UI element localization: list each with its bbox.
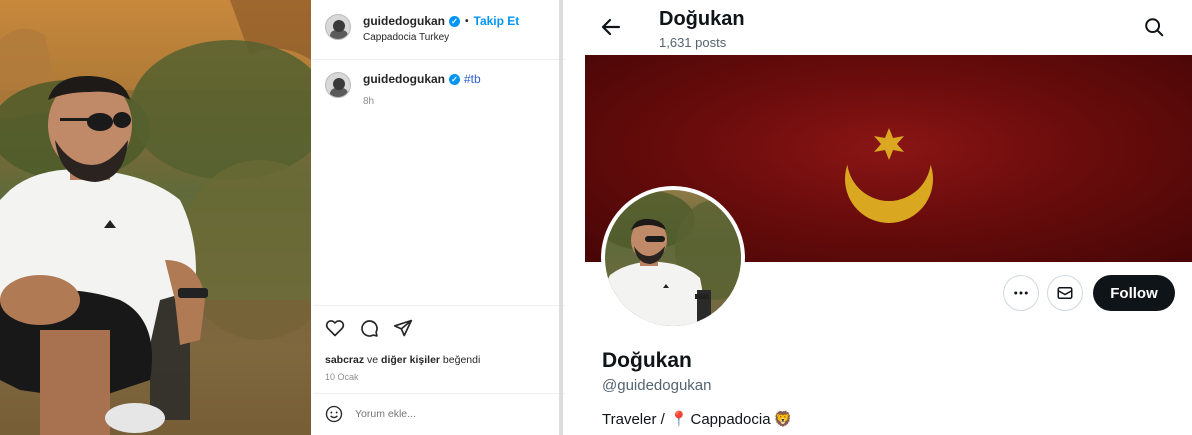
x-profile: Doğukan 1,631 posts Follow Doğukan @guid…	[585, 0, 1192, 435]
post-actions	[325, 318, 413, 338]
profile-avatar-illustration	[605, 190, 741, 326]
post-count: 1,631 posts	[659, 35, 727, 50]
pin-icon: 📍	[669, 411, 689, 428]
envelope-icon	[1057, 287, 1073, 299]
likes-connector: ve	[367, 354, 379, 366]
follow-button[interactable]: Follow	[1093, 275, 1175, 311]
more-dots-icon	[1014, 291, 1028, 295]
liker-username-link[interactable]: sabcraz	[325, 354, 364, 366]
search-icon[interactable]	[1143, 16, 1165, 38]
caption-time[interactable]: 8h	[363, 96, 481, 107]
post-date[interactable]: 10 Ocak	[325, 372, 359, 382]
header-divider	[313, 59, 565, 60]
post-header: guidedogukan ✓ • Takip Et Cappadocia Tur…	[325, 14, 519, 46]
caption-username-link[interactable]: guidedogukan	[363, 72, 445, 86]
post-header-meta: guidedogukan ✓ • Takip Et Cappadocia Tur…	[363, 14, 519, 46]
lion-icon: 🦁	[773, 411, 793, 428]
more-options-button[interactable]	[1003, 275, 1039, 311]
location-link[interactable]: Cappadocia Turkey	[363, 32, 519, 43]
follow-button[interactable]: Takip Et	[474, 14, 520, 28]
message-button[interactable]	[1047, 275, 1083, 311]
profile-top-bar: Doğukan 1,631 posts	[585, 0, 1192, 55]
share-icon[interactable]	[393, 318, 413, 338]
caption-user-row: guidedogukan ✓ #tb	[363, 72, 481, 86]
caption: guidedogukan ✓ #tb 8h	[325, 72, 481, 107]
hashtag-link[interactable]: #tb	[464, 72, 481, 86]
like-heart-icon[interactable]	[325, 318, 345, 338]
post-photo-illustration	[0, 0, 311, 435]
back-arrow-icon[interactable]	[599, 15, 623, 39]
panel-divider	[559, 0, 563, 435]
verified-badge-icon: ✓	[449, 73, 460, 85]
profile-top-title: Doğukan	[659, 8, 745, 30]
caption-meta: guidedogukan ✓ #tb 8h	[363, 72, 481, 107]
bio-text: Traveler /	[602, 410, 665, 428]
likes-summary: sabcraz ve diğer kişiler beğendi	[325, 354, 480, 366]
post-header-user-row: guidedogukan ✓ • Takip Et	[363, 14, 519, 28]
instagram-post: guidedogukan ✓ • Takip Et Cappadocia Tur…	[0, 0, 565, 435]
actions-divider	[313, 305, 565, 306]
post-photo[interactable]	[0, 0, 311, 435]
emoji-icon[interactable]	[325, 405, 343, 423]
avatar[interactable]	[325, 14, 351, 40]
post-sidebar: guidedogukan ✓ • Takip Et Cappadocia Tur…	[313, 0, 565, 435]
profile-bio: Traveler / 📍 Cappadocia 🦁	[602, 410, 793, 429]
comment-divider	[313, 393, 565, 394]
caption-avatar[interactable]	[325, 72, 351, 98]
bio-place: Cappadocia	[690, 410, 771, 428]
verified-badge-icon: ✓	[449, 15, 460, 27]
comment-input[interactable]	[355, 408, 535, 420]
profile-avatar[interactable]	[601, 186, 745, 330]
other-likers-link[interactable]: diğer kişiler	[381, 354, 440, 366]
add-comment-bar	[325, 405, 535, 423]
profile-handle: @guidedogukan	[602, 377, 712, 394]
username-link[interactable]: guidedogukan	[363, 14, 445, 28]
comment-icon[interactable]	[359, 318, 379, 338]
profile-name: Doğukan	[602, 349, 692, 372]
likes-suffix: beğendi	[442, 354, 481, 366]
separator-dot: •	[465, 15, 469, 27]
